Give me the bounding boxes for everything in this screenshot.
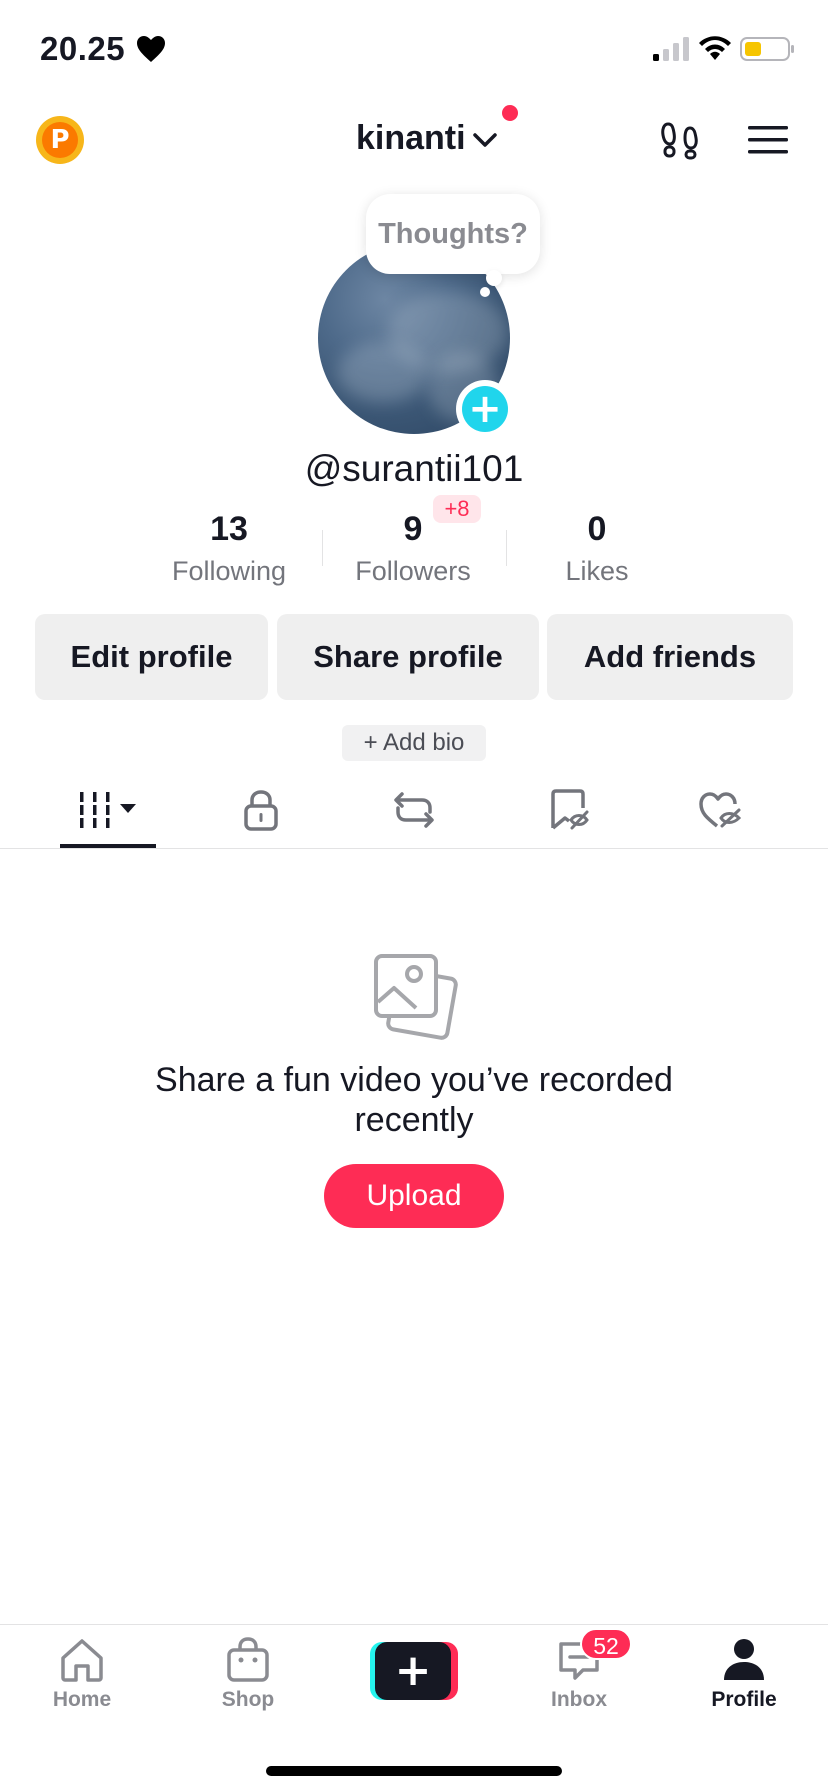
add-friends-button[interactable]: Add friends [547, 614, 793, 700]
add-bio-button[interactable]: + Add bio [342, 725, 486, 761]
chevron-down-icon [472, 133, 497, 147]
signal-icon [653, 37, 689, 61]
tab-divider [0, 848, 828, 849]
tab-videos[interactable] [58, 780, 158, 840]
home-indicator [266, 1766, 562, 1776]
edit-profile-button[interactable]: Edit profile [35, 614, 268, 700]
nav-shop[interactable]: Shop [188, 1636, 308, 1712]
status-time: 20.25 [40, 30, 126, 67]
heart-hidden-icon [699, 792, 742, 828]
stat-following[interactable]: 13 Following [139, 510, 319, 587]
footprint-icon[interactable] [660, 120, 700, 160]
notification-dot [502, 105, 518, 121]
coin-letter: P [42, 122, 78, 158]
nav-inbox-label: Inbox [551, 1688, 607, 1711]
photos-icon [374, 954, 458, 1040]
thought-tail [486, 270, 502, 286]
following-count: 13 [210, 510, 248, 548]
followers-label: Followers [355, 556, 471, 586]
nav-profile-label: Profile [711, 1688, 777, 1711]
grid-icon [80, 792, 136, 828]
tab-private[interactable] [211, 780, 311, 840]
thought-bubble[interactable]: Thoughts? [366, 194, 540, 274]
following-label: Following [171, 556, 287, 586]
upload-button[interactable]: Upload [324, 1164, 504, 1228]
add-avatar-button[interactable]: + [456, 380, 514, 438]
home-icon [61, 1639, 103, 1682]
tab-favorites[interactable] [519, 780, 619, 840]
account-name: kinanti [356, 118, 466, 157]
create-button[interactable]: + [370, 1642, 458, 1700]
person-icon [724, 1639, 764, 1680]
menu-icon[interactable] [748, 124, 788, 156]
tab-reposts[interactable] [364, 780, 464, 840]
lock-icon [244, 790, 278, 831]
thought-tail-small [480, 287, 490, 297]
nav-home-label: Home [52, 1688, 112, 1711]
coin-icon[interactable]: P [36, 116, 84, 164]
thought-placeholder: Thoughts? [378, 217, 528, 250]
new-followers-badge: +8 [433, 495, 481, 523]
username: @surantii101 [304, 448, 524, 489]
tab-liked[interactable] [670, 780, 770, 840]
shopping-bag-icon [227, 1637, 269, 1682]
plus-icon: + [462, 386, 508, 432]
battery-icon [740, 37, 794, 61]
likes-label: Likes [565, 556, 629, 586]
inbox-badge: 52 [580, 1628, 632, 1660]
heart-icon [137, 36, 165, 62]
account-switcher[interactable]: kinanti [356, 116, 498, 160]
stat-likes[interactable]: 0 Likes [507, 510, 687, 587]
nav-shop-label: Shop [221, 1688, 275, 1711]
empty-state-message: Share a fun video you’ve recorded recent… [155, 1061, 673, 1139]
wifi-icon [699, 36, 731, 60]
bookmark-hidden-icon [551, 789, 589, 830]
create-plus-icon: + [375, 1642, 451, 1700]
repost-icon [394, 792, 434, 828]
status-bar: 20.25 [0, 0, 828, 100]
likes-count: 0 [587, 510, 607, 548]
share-profile-button[interactable]: Share profile [277, 614, 539, 700]
nav-home[interactable]: Home [22, 1636, 142, 1712]
nav-profile[interactable]: Profile [684, 1636, 804, 1712]
